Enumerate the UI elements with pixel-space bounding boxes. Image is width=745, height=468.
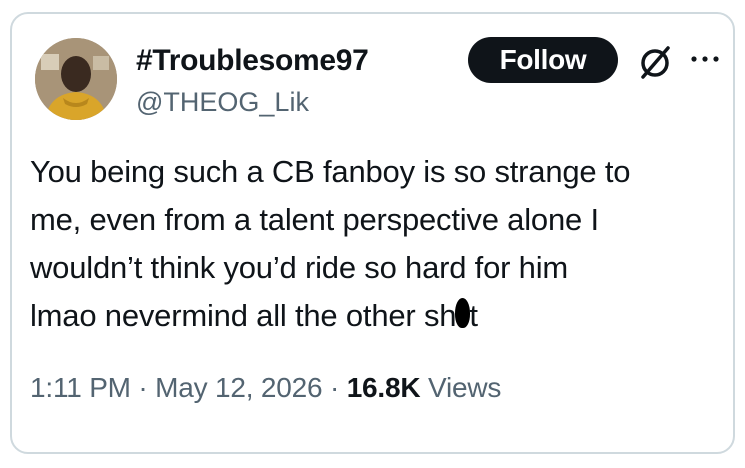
tweet-line: wouldn’t think you’d ride so hard for hi…	[30, 250, 569, 285]
tweet-line-last-after: t	[469, 298, 478, 333]
more-options-icon[interactable]	[688, 42, 722, 76]
tweet-time[interactable]: 1:11 PM	[30, 372, 131, 403]
tweet-text: You being such a CB fanboy is so strange…	[30, 148, 720, 340]
tweet-line-last-before: lmao nevermind all the other sh	[30, 298, 457, 333]
tweet-line: me, even from a talent perspective alone…	[30, 202, 599, 237]
follow-button[interactable]: Follow	[468, 37, 618, 83]
avatar-image	[35, 38, 117, 120]
tweet-line: You being such a CB fanboy is so strange…	[30, 154, 631, 189]
meta-separator: ·	[130, 372, 156, 403]
x-logo-icon[interactable]	[635, 42, 675, 82]
tweet-meta: 1:11 PM · May 12, 2026 · 16.8K Views	[30, 372, 501, 404]
author-avatar[interactable]	[35, 38, 117, 120]
tweet-line-last: lmao nevermind all the other sh t	[30, 292, 720, 340]
views-count: 16.8K	[346, 372, 421, 403]
tweet-card: #Troublesome97 @THEOG_Lik Follow You bei…	[10, 12, 735, 454]
meta-separator: ·	[322, 372, 347, 403]
author-handle[interactable]: @THEOG_Lik	[136, 87, 309, 118]
author-display-name[interactable]: #Troublesome97	[136, 44, 369, 78]
tweet-date[interactable]: May 12, 2026	[155, 372, 322, 403]
views-label: Views	[420, 372, 502, 403]
